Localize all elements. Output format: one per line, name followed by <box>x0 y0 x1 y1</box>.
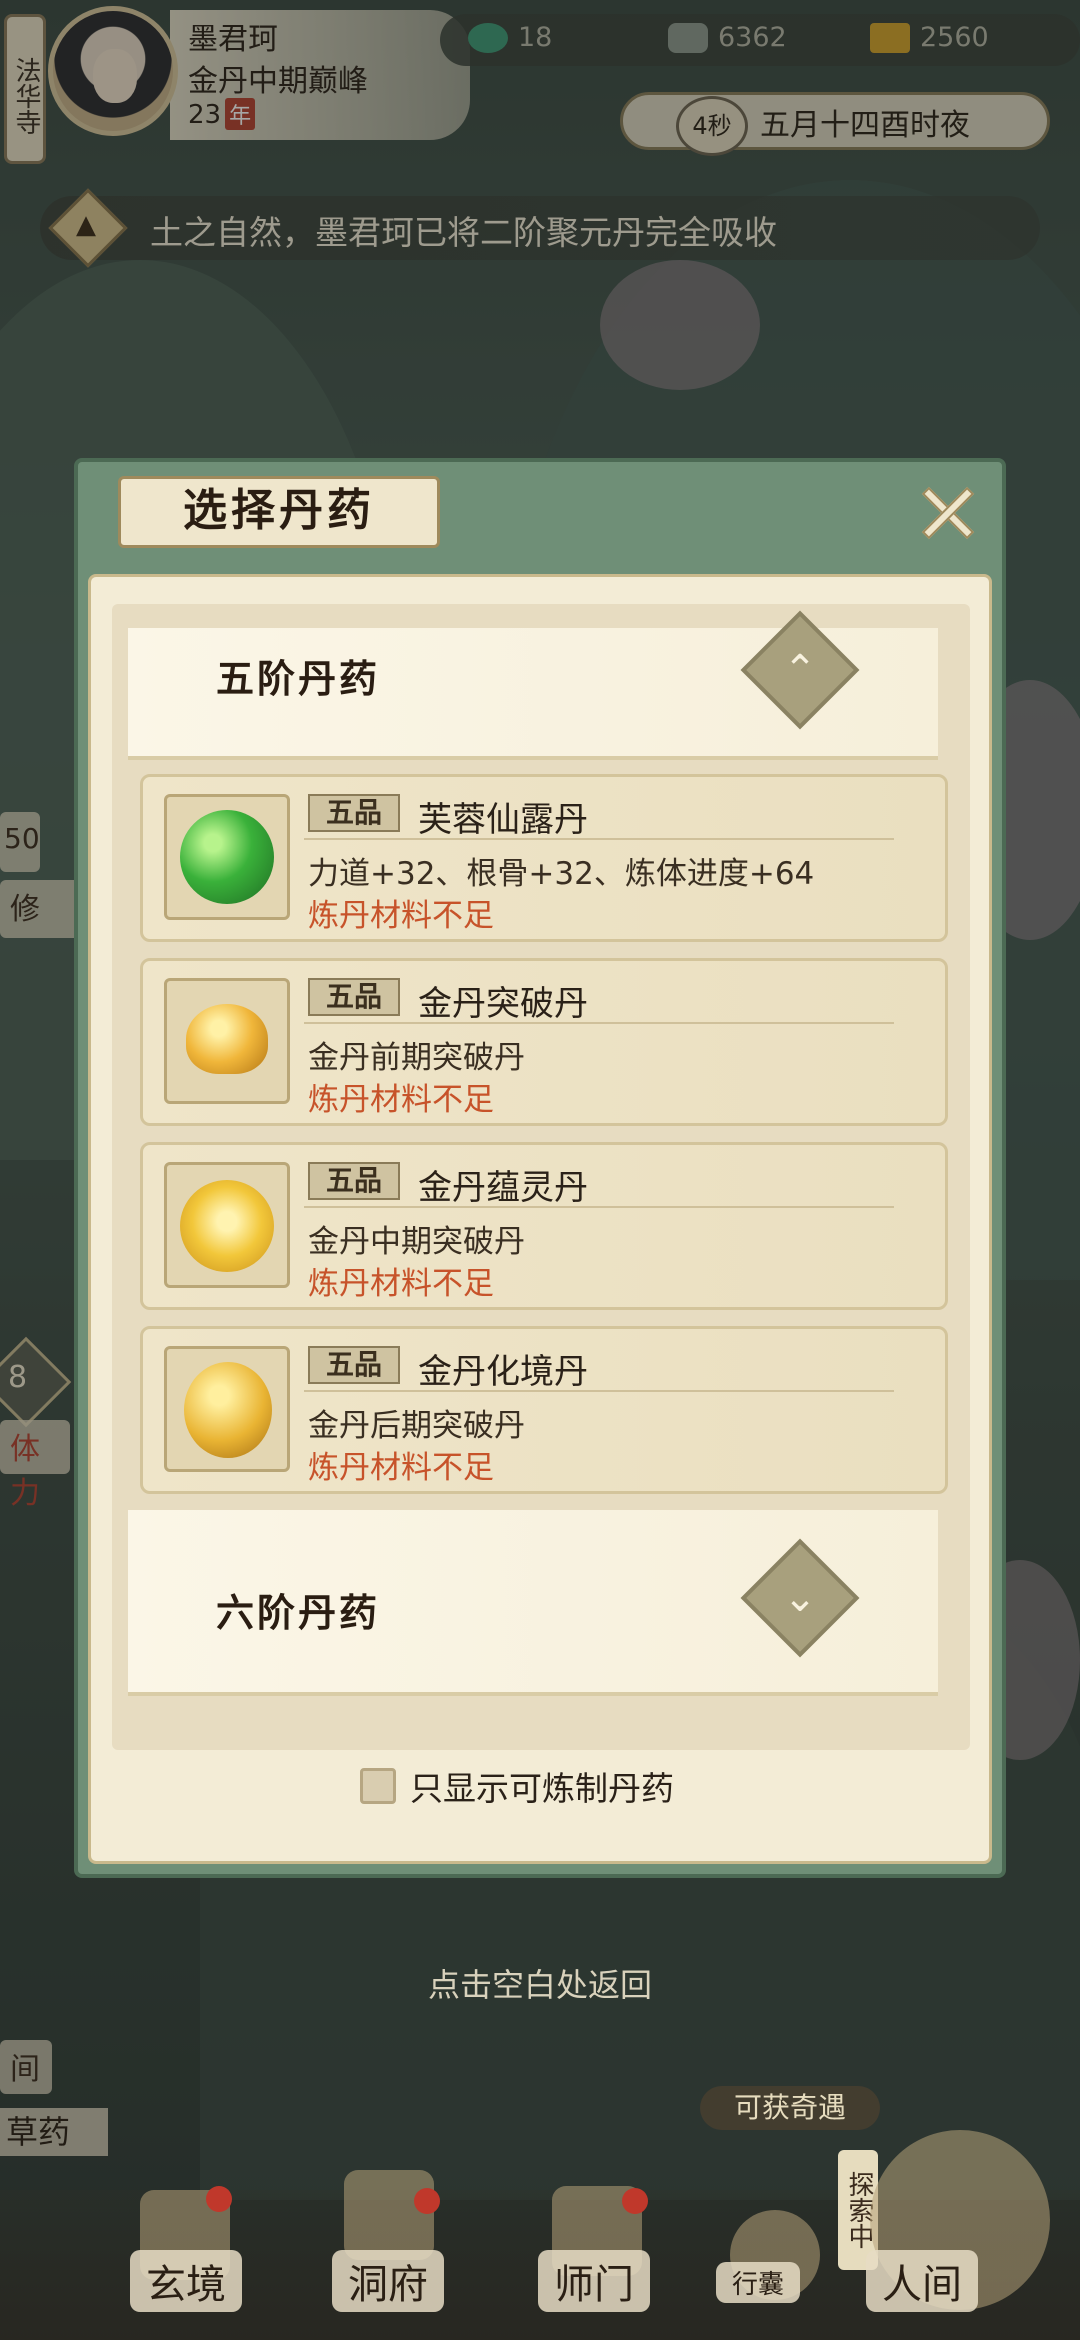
nav-dongfu[interactable]: 洞府 <box>332 2250 444 2312</box>
grade-badge: 五品 <box>308 1346 400 1384</box>
gold-ingot-pill-icon <box>186 1004 268 1074</box>
divider <box>304 1022 894 1024</box>
craftable-filter[interactable]: 只显示可炼制丹药 <box>360 1764 674 1808</box>
nav-xingnang[interactable]: 行囊 <box>716 2262 801 2303</box>
green-jade-pill-icon <box>180 810 274 904</box>
pill-name: 金丹蕴灵丹 <box>418 1168 588 1208</box>
divider <box>304 1206 894 1208</box>
tap-to-return-hint: 点击空白处返回 <box>427 1966 652 2004</box>
divider <box>304 1390 894 1392</box>
pill-effect: 金丹中期突破丹 <box>308 1224 525 1260</box>
close-button[interactable] <box>910 478 986 548</box>
grade-badge: 五品 <box>308 794 400 832</box>
explore-chip[interactable]: 可获奇遇 <box>700 2086 880 2130</box>
pill-status: 炼丹材料不足 <box>308 1450 494 1486</box>
nav-shimen[interactable]: 师门 <box>538 2250 650 2312</box>
pill-status: 炼丹材料不足 <box>308 1082 494 1118</box>
lantern-icon <box>344 2170 434 2260</box>
pill-effect: 金丹后期突破丹 <box>308 1408 525 1444</box>
grade-badge: 五品 <box>308 978 400 1016</box>
filter-checkbox[interactable] <box>360 1768 396 1804</box>
tier-label: 六阶丹药 <box>216 1590 381 1635</box>
nav-xuanjing[interactable]: 玄境 <box>130 2250 242 2312</box>
gold-gourd-pill-icon <box>184 1362 272 1458</box>
dialog-title: 选择丹药 <box>183 485 375 536</box>
chevron-up-icon: ⌃ <box>783 647 817 693</box>
pill-name: 金丹突破丹 <box>418 984 588 1024</box>
gold-lotus-pill-icon <box>180 1180 274 1272</box>
pill-status: 炼丹材料不足 <box>308 1266 494 1302</box>
pill-effect: 力道+32、根骨+32、炼体进度+64 <box>308 856 815 892</box>
pill-name: 芙蓉仙露丹 <box>418 800 588 840</box>
chevron-down-icon: ⌄ <box>783 1575 817 1621</box>
pill-effect: 金丹前期突破丹 <box>308 1040 525 1076</box>
notification-dot <box>414 2188 440 2214</box>
grade-badge: 五品 <box>308 1162 400 1200</box>
tier-label: 五阶丹药 <box>216 656 381 701</box>
divider <box>304 838 894 840</box>
notification-dot <box>622 2188 648 2214</box>
pill-status: 炼丹材料不足 <box>308 898 494 934</box>
filter-label: 只显示可炼制丹药 <box>410 1769 674 1808</box>
notification-dot <box>206 2186 232 2212</box>
nav-renjian[interactable]: 人间 <box>866 2250 978 2312</box>
pill-name: 金丹化境丹 <box>418 1352 588 1392</box>
